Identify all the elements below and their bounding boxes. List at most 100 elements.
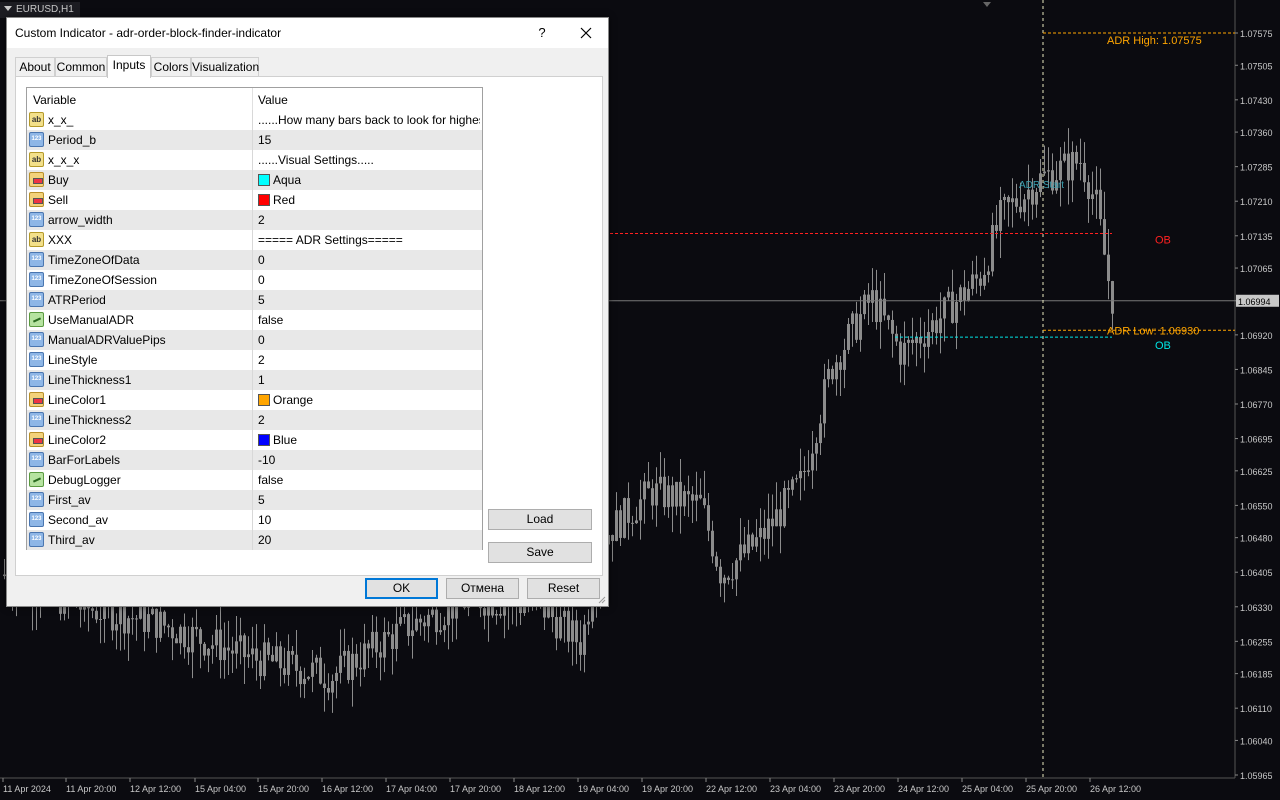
candle-body: [355, 653, 358, 668]
ok-button[interactable]: OK: [365, 578, 438, 599]
column-header-variable[interactable]: Variable: [33, 93, 76, 107]
input-row[interactable]: 123 TimeZoneOfData 0: [27, 250, 482, 270]
candle-body: [963, 287, 966, 301]
input-row[interactable]: 123 TimeZoneOfSession 0: [27, 270, 482, 290]
input-row[interactable]: LineColor1 Orange: [27, 390, 482, 410]
time-label: 15 Apr 04:00: [195, 784, 246, 794]
variable-value[interactable]: 0: [258, 253, 480, 267]
variable-value[interactable]: false: [258, 313, 480, 327]
input-row[interactable]: UseManualADR false: [27, 310, 482, 330]
input-row[interactable]: 123 ATRPeriod 5: [27, 290, 482, 310]
price-label: 1.06625: [1240, 467, 1273, 477]
candle-body: [435, 609, 438, 633]
candle-body: [787, 488, 790, 490]
candle-body: [983, 274, 986, 286]
close-button[interactable]: [570, 22, 602, 44]
variable-value[interactable]: 2: [258, 213, 480, 227]
tab-visualization[interactable]: Visualization: [191, 57, 259, 77]
tab-common[interactable]: Common: [55, 57, 107, 77]
input-row[interactable]: 123 First_av 5: [27, 490, 482, 510]
variable-value[interactable]: ===== ADR Settings=====: [258, 233, 480, 247]
variable-value[interactable]: 20: [258, 533, 480, 547]
reset-button[interactable]: Reset: [527, 578, 600, 599]
variable-value[interactable]: 15: [258, 133, 480, 147]
variable-value[interactable]: 5: [258, 293, 480, 307]
dialog-title: Custom Indicator - adr-order-block-finde…: [15, 26, 282, 40]
save-button[interactable]: Save: [488, 542, 592, 563]
inputs-grid[interactable]: Variable Value ab x_x_ ......How many bars…: [26, 87, 483, 550]
candle-body: [799, 471, 802, 479]
tab-colors[interactable]: Colors: [151, 57, 191, 77]
input-row[interactable]: 123 ManualADRValuePips 0: [27, 330, 482, 350]
candle-body: [367, 643, 370, 649]
price-label: 1.06185: [1240, 670, 1273, 680]
input-row[interactable]: 123 arrow_width 2: [27, 210, 482, 230]
resize-grip-icon[interactable]: [598, 596, 606, 604]
dialog-titlebar[interactable]: Custom Indicator - adr-order-block-finde…: [7, 18, 608, 48]
tab-about[interactable]: About: [15, 57, 55, 77]
variable-value[interactable]: -10: [258, 453, 480, 467]
variable-value[interactable]: 2: [258, 413, 480, 427]
variable-value[interactable]: Aqua: [258, 173, 480, 187]
candle-body: [995, 225, 998, 231]
input-row[interactable]: 123 Second_av 10: [27, 510, 482, 530]
candle-body: [495, 613, 498, 616]
cell-separator: [252, 230, 253, 250]
variable-value[interactable]: Red: [258, 193, 480, 207]
time-label: 25 Apr 04:00: [962, 784, 1013, 794]
price-label: 1.07360: [1240, 128, 1273, 138]
tab-inputs[interactable]: Inputs: [107, 55, 151, 78]
variable-value[interactable]: ......How many bars back to look for hig…: [258, 113, 480, 127]
input-row[interactable]: Sell Red: [27, 190, 482, 210]
symbol-tab[interactable]: EURUSD,H1: [0, 2, 80, 18]
candle-body: [971, 274, 974, 289]
input-row[interactable]: Buy Aqua: [27, 170, 482, 190]
candle-body: [851, 313, 854, 324]
cancel-button[interactable]: Отмена: [446, 578, 519, 599]
candle-body: [771, 518, 774, 527]
input-row[interactable]: 123 LineThickness2 2: [27, 410, 482, 430]
input-row[interactable]: 123 LineThickness1 1: [27, 370, 482, 390]
candle-body: [363, 643, 366, 670]
input-row[interactable]: LineColor2 Blue: [27, 430, 482, 450]
candle-body: [911, 339, 914, 343]
variable-name: First_av: [48, 493, 91, 507]
time-label: 12 Apr 12:00: [130, 784, 181, 794]
variable-name: TimeZoneOfData: [48, 253, 140, 267]
cell-separator: [252, 390, 253, 410]
close-icon: [580, 27, 592, 39]
variable-value[interactable]: 10: [258, 513, 480, 527]
variable-value[interactable]: ......Visual Settings.....: [258, 153, 480, 167]
candle-body: [679, 481, 682, 507]
variable-name: Sell: [48, 193, 69, 207]
variable-value[interactable]: Blue: [258, 433, 480, 447]
candle-body: [1075, 151, 1078, 164]
column-header-value[interactable]: Value: [258, 93, 288, 107]
time-label: 16 Apr 12:00: [322, 784, 373, 794]
number-type-icon: 123: [29, 452, 44, 467]
variable-value[interactable]: 0: [258, 273, 480, 287]
variable-value[interactable]: 1: [258, 373, 480, 387]
help-button[interactable]: ?: [532, 22, 552, 44]
variable-value[interactable]: 2: [258, 353, 480, 367]
string-type-icon: ab: [29, 112, 44, 127]
variable-value[interactable]: false: [258, 473, 480, 487]
input-row[interactable]: 123 Third_av 20: [27, 530, 482, 550]
input-row[interactable]: ab XXX ===== ADR Settings=====: [27, 230, 482, 250]
variable-name: LineThickness2: [48, 413, 132, 427]
input-row[interactable]: 123 Period_b 15: [27, 130, 482, 150]
candle-body: [635, 520, 638, 524]
candle-body: [195, 626, 198, 630]
candle-body: [111, 602, 114, 631]
color-type-icon: [29, 392, 44, 407]
variable-value[interactable]: 5: [258, 493, 480, 507]
input-row[interactable]: DebugLogger false: [27, 470, 482, 490]
variable-value[interactable]: 0: [258, 333, 480, 347]
price-label: 1.06040: [1240, 736, 1273, 746]
load-button[interactable]: Load: [488, 509, 592, 530]
input-row[interactable]: ab x_x_ ......How many bars back to look f…: [27, 110, 482, 130]
input-row[interactable]: ab x_x_x ......Visual Settings.....: [27, 150, 482, 170]
input-row[interactable]: 123 BarForLabels -10: [27, 450, 482, 470]
input-row[interactable]: 123 LineStyle 2: [27, 350, 482, 370]
variable-value[interactable]: Orange: [258, 393, 480, 407]
